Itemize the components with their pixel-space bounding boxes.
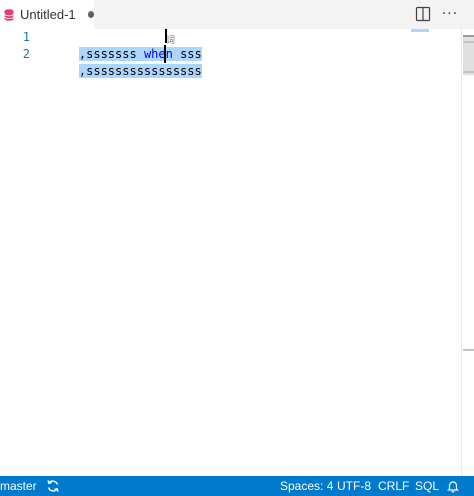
line-number-gutter: 1 2 — [0, 29, 40, 476]
status-bar: master Spaces: 4 UTF-8 CRLF SQL — [0, 476, 474, 496]
text-cursor — [164, 45, 166, 63]
line-number: 1 — [22, 30, 30, 44]
overview-ruler-tick — [463, 41, 474, 43]
overview-ruler-tick — [463, 71, 474, 73]
more-actions-button[interactable]: ··· — [441, 6, 459, 22]
indentation-setting[interactable]: Spaces: 4 — [280, 476, 333, 496]
code-line[interactable]: ,sssssss when sss — [50, 29, 202, 61]
tab-bar: Untitled-1 ··· — [0, 0, 474, 29]
ime-candidate-hint: 词 — [166, 36, 176, 46]
vertical-scrollbar[interactable] — [461, 29, 474, 476]
selected-text: ,ssssssssssssssss — [78, 64, 202, 78]
editor-area[interactable]: 1 2 ,sssssss when sss 词 ,sssssssssssssss… — [0, 29, 474, 476]
line-number: 2 — [22, 47, 30, 61]
selection-ruler-mark — [411, 29, 429, 32]
sync-icon[interactable] — [46, 479, 60, 493]
database-icon — [4, 8, 14, 21]
branch-indicator[interactable]: master — [0, 476, 37, 496]
overview-ruler-tick — [463, 349, 474, 351]
tab-untitled-1[interactable]: Untitled-1 — [0, 0, 94, 29]
bell-icon[interactable] — [446, 479, 460, 493]
split-editor-icon[interactable] — [415, 6, 431, 22]
tab-title: Untitled-1 — [20, 7, 76, 22]
encoding-setting[interactable]: UTF-8 — [337, 476, 371, 496]
line-ending-setting[interactable]: CRLF — [378, 476, 409, 496]
language-mode[interactable]: SQL — [415, 476, 439, 496]
code-line[interactable]: ,ssssssssssssssss — [50, 46, 202, 78]
unsaved-dot-icon[interactable] — [87, 11, 94, 18]
